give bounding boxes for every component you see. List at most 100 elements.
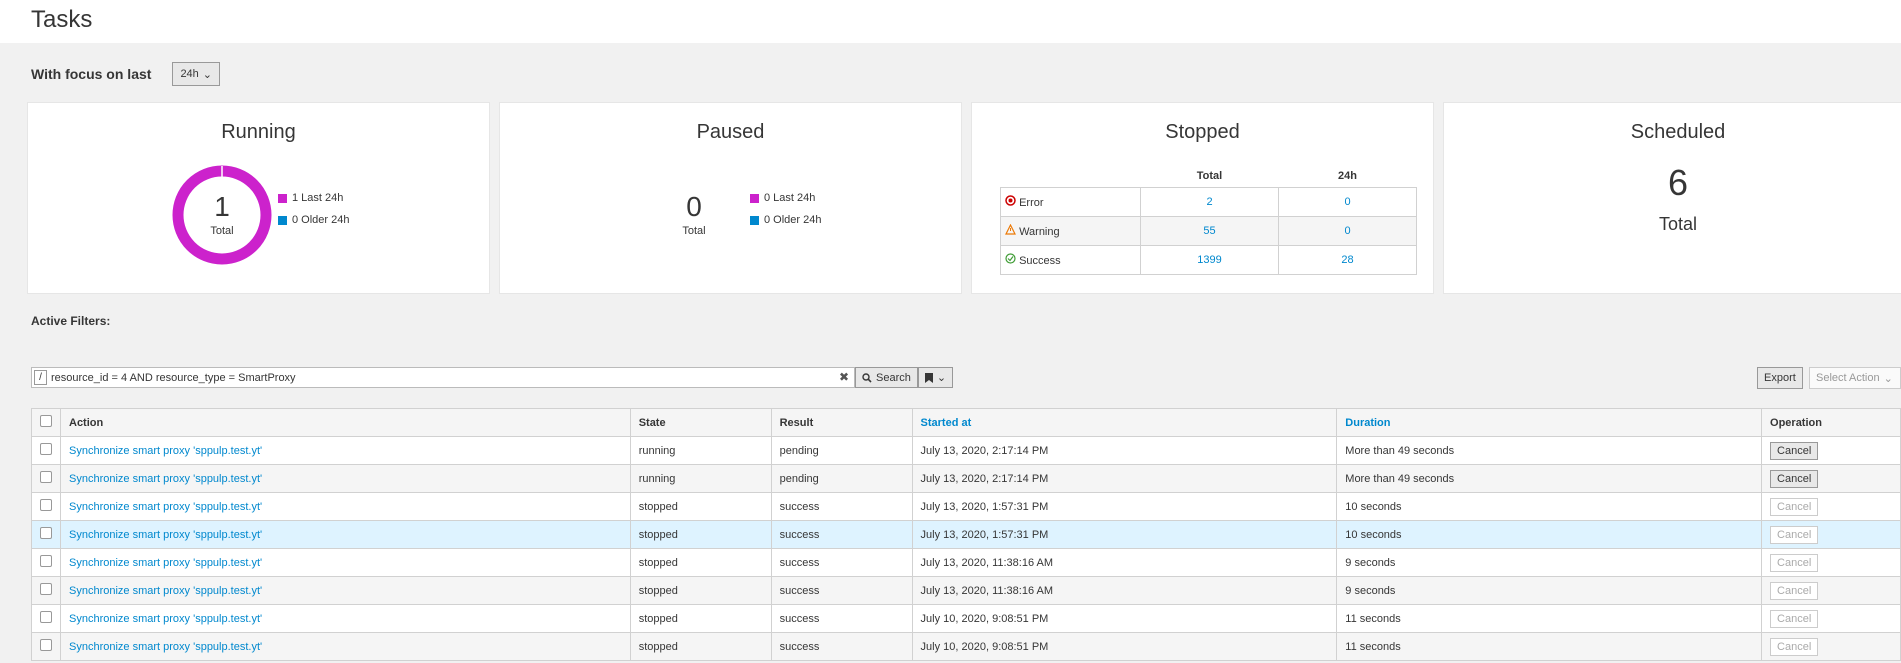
task-started: July 13, 2020, 1:57:31 PM (911, 492, 1338, 521)
legend-item-older24[interactable]: 0 Older 24h (278, 209, 349, 231)
stopped-success-24h[interactable]: 28 (1278, 244, 1417, 275)
header-state: State (629, 408, 772, 437)
task-action-link[interactable]: Synchronize smart proxy 'sppulp.test.yt' (60, 548, 631, 577)
task-result: success (770, 520, 913, 549)
task-result: pending (770, 464, 913, 493)
task-duration: 11 seconds (1336, 604, 1763, 633)
task-action-link[interactable]: Synchronize smart proxy 'sppulp.test.yt' (60, 492, 631, 521)
cancel-button[interactable]: Cancel (1770, 469, 1819, 488)
task-action-link[interactable]: Synchronize smart proxy 'sppulp.test.yt' (60, 632, 631, 661)
task-duration: 10 seconds (1336, 520, 1763, 549)
task-started: July 10, 2020, 9:08:51 PM (911, 604, 1338, 633)
legend-label: 1 Last 24h (292, 192, 344, 204)
cancel-button[interactable]: Cancel (1770, 553, 1819, 572)
legend-label: 0 Older 24h (292, 214, 350, 226)
cancel-button[interactable]: Cancel (1770, 581, 1819, 600)
task-state: stopped (629, 520, 772, 549)
stopped-row-success: Success 1399 28 (1000, 244, 1417, 275)
header-started-at[interactable]: Started at (911, 408, 1338, 437)
running-legend: 1 Last 24h 0 Older 24h (278, 187, 349, 231)
row-checkbox[interactable] (40, 583, 52, 595)
legend-item-older24[interactable]: 0 Older 24h (750, 209, 821, 231)
cancel-button[interactable]: Cancel (1770, 609, 1819, 628)
row-checkbox[interactable] (40, 499, 52, 511)
cancel-button[interactable]: Cancel (1770, 497, 1819, 516)
row-checkbox[interactable] (40, 611, 52, 623)
task-result: success (770, 576, 913, 605)
table-row: Synchronize smart proxy 'sppulp.test.yt'… (31, 436, 1901, 465)
legend-label: 0 Last 24h (764, 192, 816, 204)
select-all-checkbox[interactable] (40, 415, 52, 427)
task-action-link[interactable]: Synchronize smart proxy 'sppulp.test.yt' (60, 576, 631, 605)
legend-swatch (750, 215, 759, 225)
stopped-header-24h: 24h (1338, 169, 1357, 182)
stopped-error-total[interactable]: 2 (1140, 186, 1279, 217)
cancel-button[interactable]: Cancel (1770, 525, 1819, 544)
select-action-dropdown[interactable]: Select Action ⌄ (1809, 367, 1901, 389)
paused-count: 0 (686, 191, 702, 222)
row-checkbox[interactable] (40, 639, 52, 651)
scheduled-count[interactable]: 6 (1444, 162, 1901, 204)
legend-swatch (750, 193, 759, 203)
task-duration: More than 49 seconds (1336, 464, 1763, 493)
stopped-warning-total[interactable]: 55 (1140, 215, 1279, 246)
search-icon (862, 372, 872, 383)
cancel-button[interactable]: Cancel (1770, 441, 1819, 460)
focus-row: With focus on last 24h ⌄ (31, 62, 221, 86)
task-duration: 11 seconds (1336, 632, 1763, 661)
cancel-button[interactable]: Cancel (1770, 637, 1819, 656)
stopped-success-total[interactable]: 1399 (1140, 244, 1279, 275)
table-row: Synchronize smart proxy 'sppulp.test.yt'… (31, 464, 1901, 493)
legend-item-last24[interactable]: 1 Last 24h (278, 187, 349, 209)
focus-value: 24h (180, 68, 199, 80)
paused-legend: 0 Last 24h 0 Older 24h (750, 187, 821, 231)
task-action-link[interactable]: Synchronize smart proxy 'sppulp.test.yt' (60, 464, 631, 493)
running-count: 1 (214, 191, 230, 222)
task-started: July 13, 2020, 2:17:14 PM (911, 464, 1338, 493)
task-started: July 10, 2020, 9:08:51 PM (911, 632, 1338, 661)
running-sub: Total (210, 225, 234, 237)
task-action-link[interactable]: Synchronize smart proxy 'sppulp.test.yt' (60, 520, 631, 549)
task-started: July 13, 2020, 1:57:31 PM (911, 520, 1338, 549)
row-checkbox[interactable] (40, 471, 52, 483)
stopped-title: Stopped (1165, 121, 1240, 143)
search-query: resource_id = 4 AND resource_type = Smar… (51, 371, 296, 384)
task-table: Action State Result Started at Duration … (31, 408, 1901, 661)
stopped-header-blank (1001, 165, 1141, 187)
task-action-link[interactable]: Synchronize smart proxy 'sppulp.test.yt' (60, 604, 631, 633)
stopped-error-24h[interactable]: 0 (1278, 186, 1417, 217)
clear-icon[interactable]: ✖ (839, 370, 849, 384)
task-result: success (770, 632, 913, 661)
search-input[interactable]: / resource_id = 4 AND resource_type = Sm… (31, 367, 855, 388)
stopped-header-total: Total (1196, 169, 1223, 182)
running-title: Running (221, 121, 296, 143)
paused-sub: Total (682, 225, 706, 237)
stopped-row-error: Error 2 0 (1000, 186, 1417, 217)
export-label: Export (1764, 372, 1796, 384)
task-started: July 13, 2020, 11:38:16 AM (911, 548, 1338, 577)
chevron-down-icon: ⌄ (202, 68, 213, 81)
task-state: stopped (629, 492, 772, 521)
stopped-label: Success (1019, 254, 1061, 267)
warning-triangle-icon (1005, 223, 1016, 235)
header-operation: Operation (1761, 408, 1901, 437)
row-checkbox[interactable] (40, 555, 52, 567)
task-action-link[interactable]: Synchronize smart proxy 'sppulp.test.yt' (60, 436, 631, 465)
legend-label: 0 Older 24h (764, 214, 822, 226)
bookmark-dropdown[interactable]: ⌄ (917, 367, 954, 388)
select-action-label: Select Action (1816, 372, 1880, 384)
table-header-row: Action State Result Started at Duration … (31, 408, 1901, 437)
header-duration[interactable]: Duration (1336, 408, 1763, 437)
focus-select[interactable]: 24h ⌄ (172, 62, 221, 86)
page-title: Tasks (31, 6, 93, 33)
stopped-warning-24h[interactable]: 0 (1278, 215, 1417, 246)
export-button[interactable]: Export (1757, 367, 1803, 389)
row-checkbox[interactable] (40, 527, 52, 539)
legend-swatch (278, 215, 287, 225)
task-state: stopped (629, 632, 772, 661)
search-button[interactable]: Search (855, 367, 918, 388)
task-duration: 9 seconds (1336, 576, 1763, 605)
running-donut[interactable]: 1 Total (172, 165, 272, 265)
legend-item-last24[interactable]: 0 Last 24h (750, 187, 821, 209)
row-checkbox[interactable] (40, 443, 52, 455)
